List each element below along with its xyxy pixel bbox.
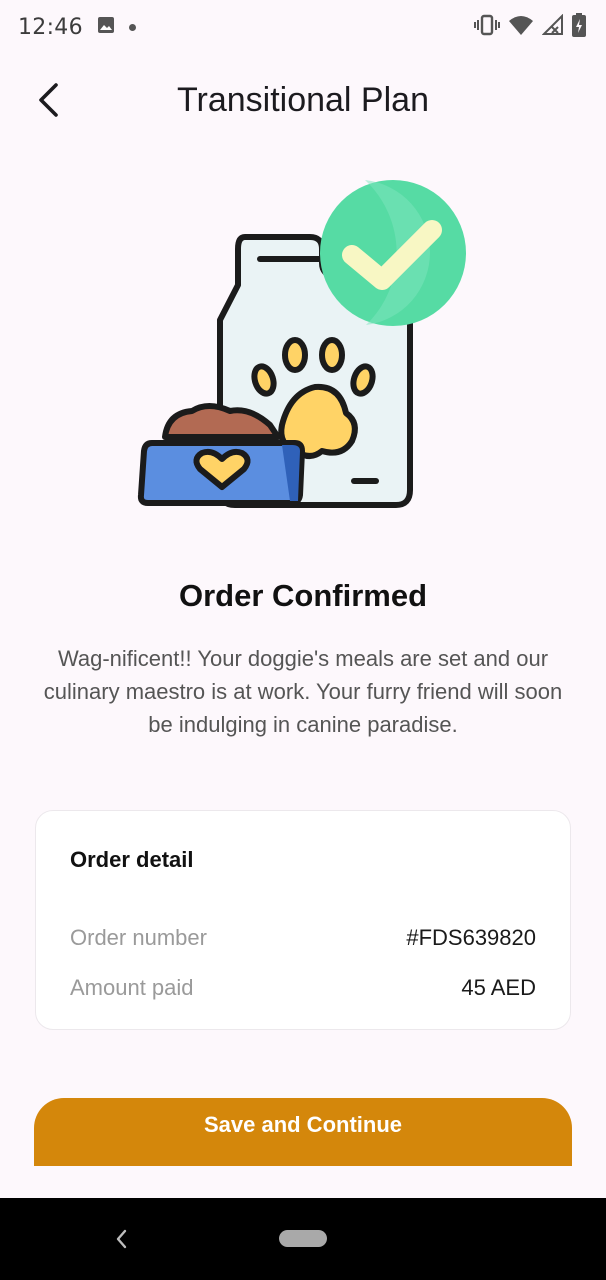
confirmation-title: Order Confirmed bbox=[178, 578, 428, 613]
order-number-value: #FDS639820 bbox=[406, 925, 536, 950]
order-detail-title: Order detail bbox=[70, 847, 194, 872]
back-arrow-icon bbox=[39, 83, 58, 117]
back-button[interactable] bbox=[28, 80, 68, 120]
order-number-label: Order number bbox=[70, 925, 207, 950]
battery-icon bbox=[572, 12, 586, 42]
status-right bbox=[474, 12, 586, 42]
order-number-row: Order number #FDS639820 bbox=[70, 913, 536, 963]
vibrate-icon bbox=[474, 14, 500, 41]
amount-paid-label: Amount paid bbox=[70, 975, 194, 1000]
page-title: Transitional Plan bbox=[177, 80, 429, 119]
system-nav-bar bbox=[0, 1198, 606, 1280]
nav-back-icon[interactable] bbox=[110, 1224, 134, 1254]
signal-icon bbox=[541, 13, 564, 41]
amount-paid-row: Amount paid 45 AED bbox=[70, 963, 536, 1013]
image-icon bbox=[97, 16, 115, 39]
confirmation-message: Wag-nificent!! Your doggie's meals are s… bbox=[43, 646, 563, 737]
dot-icon bbox=[128, 23, 136, 31]
amount-paid-value: 45 AED bbox=[461, 975, 536, 1000]
app-bar: Transitional Plan bbox=[0, 60, 606, 140]
order-detail-card: Order detail Order number #FDS639820 Amo… bbox=[35, 810, 571, 1030]
status-left: 12:46 bbox=[18, 15, 136, 40]
status-time: 12:46 bbox=[18, 14, 83, 40]
save-and-continue-button[interactable]: Save and Continue bbox=[34, 1098, 572, 1166]
wifi-icon bbox=[508, 14, 534, 41]
dog-food-order-confirmed-illustration bbox=[130, 175, 480, 515]
home-pill-icon[interactable] bbox=[279, 1230, 327, 1247]
status-bar: 12:46 bbox=[0, 0, 606, 54]
